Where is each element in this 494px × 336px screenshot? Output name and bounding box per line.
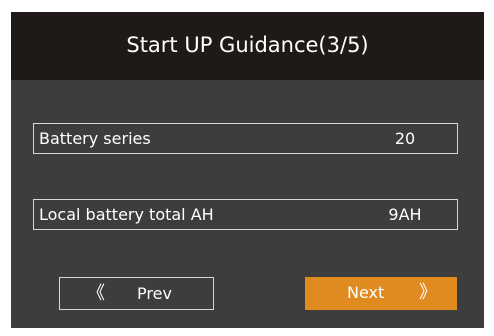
double-chevron-right-icon: 》 [419, 282, 437, 303]
prev-button-label: Prev [137, 284, 172, 303]
battery-series-value[interactable]: 20 [375, 128, 435, 150]
battery-total-ah-value[interactable]: 9AH [375, 204, 435, 226]
battery-total-ah-field[interactable]: Local battery total AH 9AH [33, 199, 458, 230]
prev-button[interactable]: 《 Prev [59, 277, 214, 310]
battery-total-ah-label: Local battery total AH [39, 205, 214, 224]
next-button[interactable]: Next 》 [305, 277, 457, 310]
battery-series-field[interactable]: Battery series 20 [33, 123, 458, 154]
battery-series-label: Battery series [39, 129, 151, 148]
next-button-label: Next [347, 283, 385, 302]
page-title: Start UP Guidance(3/5) [126, 33, 369, 57]
double-chevron-left-icon: 《 [87, 283, 105, 304]
startup-guidance-screen: Start UP Guidance(3/5) Battery series 20… [11, 12, 484, 328]
header-bar: Start UP Guidance(3/5) [11, 12, 484, 80]
